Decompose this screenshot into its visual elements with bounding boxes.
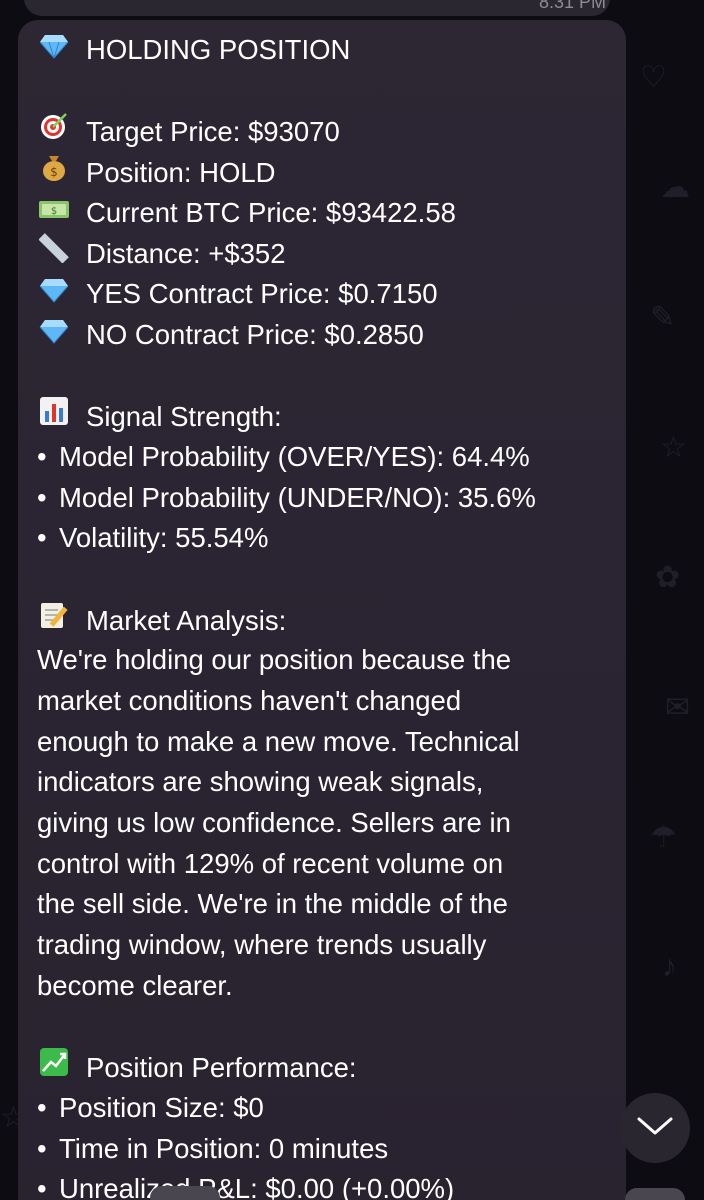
svg-text:$: $ <box>51 206 57 217</box>
detail-current-price: $ Current BTC Price: $93422.58 <box>37 193 617 234</box>
message-header: HOLDING POSITION <box>37 30 617 71</box>
message-text: HOLDING POSITION Target Price: $93070 $ … <box>37 30 617 1200</box>
list-item: • Model Probability (UNDER/NO): 35.6% <box>37 481 536 513</box>
analysis-line: the sell side. We're in the middle of th… <box>37 888 508 920</box>
ruler-icon <box>37 233 71 275</box>
analysis-line: We're holding our position because the <box>37 644 512 676</box>
previous-message-bubble[interactable] <box>24 0 610 16</box>
list-item: • Model Probability (OVER/YES): 64.4% <box>37 440 530 472</box>
doodle-icon: ♪ <box>662 950 677 983</box>
detail-position: $ Position: HOLD <box>37 152 617 193</box>
analysis-title: Market Analysis: <box>37 600 617 641</box>
doodle-icon: ✉ <box>665 691 691 724</box>
chat-screen: ♡ ☁ ✎ ☆ ✿ ✉ ☂ ♪ ☆ 8:31 PM HOLDING POSITI… <box>0 0 704 1200</box>
bottom-toolbar-pill[interactable] <box>150 1186 220 1200</box>
analysis-line: become clearer. <box>37 969 233 1001</box>
detail-label: Position: HOLD <box>86 157 276 189</box>
scroll-to-bottom-button[interactable] <box>620 1093 690 1163</box>
section-title: Market Analysis: <box>86 604 287 636</box>
list-item: • Position Size: $0 <box>37 1091 264 1123</box>
analysis-line: giving us low confidence. Sellers are in <box>37 807 511 839</box>
detail-target-price: Target Price: $93070 <box>37 111 617 152</box>
bar-chart-icon <box>37 396 71 438</box>
section-title: Signal Strength: <box>86 401 282 433</box>
doodle-icon: ✿ <box>655 561 681 594</box>
money-bag-icon: $ <box>37 152 71 194</box>
list-item: • Unrealized P&L: $0.00 (+0.00%) <box>37 1173 455 1200</box>
detail-label: Current BTC Price: $93422.58 <box>86 196 456 228</box>
analysis-line: trading window, where trends usually <box>37 929 487 961</box>
detail-no-contract: NO Contract Price: $0.2850 <box>37 315 617 356</box>
doodle-icon: ✎ <box>650 301 676 334</box>
doodle-icon: ♡ <box>640 61 667 94</box>
gem-icon <box>37 274 71 315</box>
analysis-line: market conditions haven't changed <box>37 685 462 716</box>
dollar-bills-icon: $ <box>37 193 71 234</box>
doodle-icon: ☁ <box>660 171 690 204</box>
previous-message-time: 8:31 PM <box>538 0 606 12</box>
doodle-icon: ☆ <box>660 431 687 464</box>
detail-label: Target Price: $93070 <box>86 116 340 148</box>
gem-icon <box>37 315 71 356</box>
target-icon <box>37 111 71 153</box>
doodle-icon: ☂ <box>650 821 677 854</box>
detail-label: Distance: +$352 <box>86 238 286 270</box>
detail-yes-contract: YES Contract Price: $0.7150 <box>37 274 617 315</box>
message-bubble[interactable]: HOLDING POSITION Target Price: $93070 $ … <box>18 20 626 1200</box>
section-title: Position Performance: <box>86 1052 357 1084</box>
memo-icon <box>37 600 71 642</box>
analysis-line: indicators are showing weak signals, <box>37 766 484 798</box>
svg-text:$: $ <box>50 165 58 179</box>
gem-icon <box>37 30 71 71</box>
analysis-line: enough to make a new move. Technical <box>37 725 520 757</box>
detail-distance: Distance: +$352 <box>37 233 617 274</box>
analysis-line: control with 129% of recent volume on <box>37 847 504 879</box>
detail-label: NO Contract Price: $0.2850 <box>86 318 424 350</box>
signal-title: Signal Strength: <box>37 396 617 437</box>
performance-title: Position Performance: <box>37 1047 617 1088</box>
header-title: HOLDING POSITION <box>86 34 351 65</box>
list-item: • Time in Position: 0 minutes <box>37 1132 389 1164</box>
list-item: • Volatility: 55.54% <box>37 522 269 554</box>
chevron-down-icon <box>636 1115 674 1142</box>
bottom-toolbar-pill[interactable] <box>625 1188 685 1200</box>
chart-increasing-yen-icon <box>37 1047 71 1089</box>
detail-label: YES Contract Price: $0.7150 <box>86 278 438 310</box>
